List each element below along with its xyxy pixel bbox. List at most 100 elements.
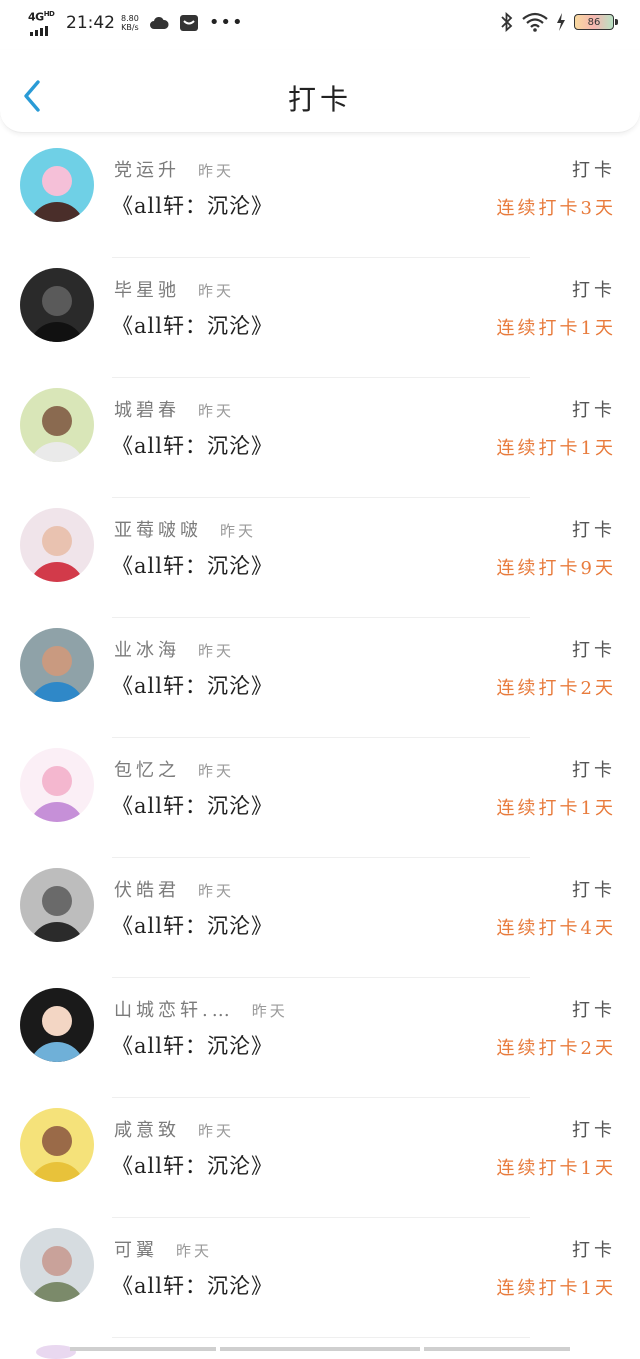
streak-text: 连续打卡1天 bbox=[496, 1278, 616, 1299]
user-name-line: 业冰海 昨天 bbox=[114, 636, 234, 662]
streak-text: 连续打卡2天 bbox=[496, 1038, 616, 1059]
streak-text: 连续打卡1天 bbox=[496, 438, 616, 459]
user-name[interactable]: 咸意致 bbox=[114, 1120, 180, 1141]
book-title[interactable]: 《all轩：沉沦》 bbox=[112, 1030, 273, 1060]
list-item[interactable]: 亚莓啵啵 昨天 《all轩：沉沦》 打卡 连续打卡9天 bbox=[0, 498, 640, 618]
divider bbox=[112, 1337, 530, 1338]
network-speed: 8.80 KB/s bbox=[121, 14, 139, 32]
book-title[interactable]: 《all轩：沉沦》 bbox=[112, 1270, 273, 1300]
user-name-line: 党运升 昨天 bbox=[114, 156, 234, 182]
bluetooth-icon bbox=[501, 12, 513, 32]
streak-text: 连续打卡1天 bbox=[496, 798, 616, 819]
user-name[interactable]: 伏皓君 bbox=[114, 880, 180, 901]
status-bar-right: 86 bbox=[500, 12, 618, 32]
status-bar: 4GHD 21:42 8.80 KB/s ••• 86 bbox=[0, 0, 640, 50]
user-name[interactable]: 城碧春 bbox=[114, 400, 180, 421]
avatar[interactable] bbox=[20, 1108, 94, 1182]
avatar[interactable] bbox=[20, 868, 94, 942]
checkin-list: 党运升 昨天 《all轩：沉沦》 打卡 连续打卡3天 毕星驰 昨天 《all轩：沉沦… bbox=[0, 138, 640, 1338]
list-item[interactable]: 可翼 昨天 《all轩：沉沦》 打卡 连续打卡1天 bbox=[0, 1218, 640, 1338]
list-item[interactable]: 山城恋轩.… 昨天 《all轩：沉沦》 打卡 连续打卡2天 bbox=[0, 978, 640, 1098]
checkin-time: 昨天 bbox=[198, 1122, 235, 1140]
checkin-label: 打卡 bbox=[572, 400, 616, 421]
streak-text: 连续打卡9天 bbox=[496, 558, 616, 579]
avatar[interactable] bbox=[20, 388, 94, 462]
battery-icon: 86 bbox=[574, 14, 618, 30]
list-item[interactable]: 城碧春 昨天 《all轩：沉沦》 打卡 连续打卡1天 bbox=[0, 378, 640, 498]
checkin-time: 昨天 bbox=[220, 522, 257, 540]
user-name[interactable]: 山城恋轩.… bbox=[114, 1000, 234, 1021]
user-name-line: 伏皓君 昨天 bbox=[114, 876, 234, 902]
book-title[interactable]: 《all轩：沉沦》 bbox=[112, 1150, 273, 1180]
streak-text: 连续打卡1天 bbox=[496, 318, 616, 339]
checkin-time: 昨天 bbox=[198, 282, 235, 300]
cloud-icon bbox=[149, 16, 169, 29]
next-row-peek bbox=[0, 1345, 640, 1359]
checkin-label: 打卡 bbox=[572, 640, 616, 661]
checkin-label: 打卡 bbox=[572, 160, 616, 181]
checkin-label: 打卡 bbox=[572, 760, 616, 781]
nav-header: 打卡 bbox=[0, 50, 640, 133]
user-name-line: 亚莓啵啵 昨天 bbox=[114, 516, 256, 542]
avatar[interactable] bbox=[20, 748, 94, 822]
streak-text: 连续打卡1天 bbox=[496, 1158, 616, 1179]
checkin-time: 昨天 bbox=[198, 402, 235, 420]
book-title[interactable]: 《all轩：沉沦》 bbox=[112, 430, 273, 460]
avatar[interactable] bbox=[20, 508, 94, 582]
checkin-time: 昨天 bbox=[198, 642, 235, 660]
user-name-line: 城碧春 昨天 bbox=[114, 396, 234, 422]
user-name-line: 包忆之 昨天 bbox=[114, 756, 234, 782]
user-name-line: 咸意致 昨天 bbox=[114, 1116, 234, 1142]
user-name-line: 可翼 昨天 bbox=[114, 1236, 212, 1262]
checkin-time: 昨天 bbox=[198, 882, 235, 900]
user-name-line: 毕星驰 昨天 bbox=[114, 276, 234, 302]
checkin-label: 打卡 bbox=[572, 1120, 616, 1141]
checkin-time: 昨天 bbox=[198, 762, 235, 780]
network-type: 4GHD bbox=[28, 10, 55, 24]
checkin-time: 昨天 bbox=[198, 162, 235, 180]
more-notifications-icon: ••• bbox=[208, 12, 244, 33]
user-name[interactable]: 可翼 bbox=[114, 1240, 158, 1261]
book-title[interactable]: 《all轩：沉沦》 bbox=[112, 190, 273, 220]
notification-box-icon bbox=[179, 15, 198, 31]
user-name-line: 山城恋轩.… 昨天 bbox=[114, 996, 288, 1022]
book-title[interactable]: 《all轩：沉沦》 bbox=[112, 670, 273, 700]
list-item[interactable]: 咸意致 昨天 《all轩：沉沦》 打卡 连续打卡1天 bbox=[0, 1098, 640, 1218]
checkin-label: 打卡 bbox=[572, 1000, 616, 1021]
list-item[interactable]: 业冰海 昨天 《all轩：沉沦》 打卡 连续打卡2天 bbox=[0, 618, 640, 738]
checkin-label: 打卡 bbox=[572, 520, 616, 541]
book-title[interactable]: 《all轩：沉沦》 bbox=[112, 310, 273, 340]
avatar[interactable] bbox=[20, 628, 94, 702]
user-name[interactable]: 包忆之 bbox=[114, 760, 180, 781]
checkin-label: 打卡 bbox=[572, 880, 616, 901]
list-item[interactable]: 毕星驰 昨天 《all轩：沉沦》 打卡 连续打卡1天 bbox=[0, 258, 640, 378]
streak-text: 连续打卡2天 bbox=[496, 678, 616, 699]
book-title[interactable]: 《all轩：沉沦》 bbox=[112, 550, 273, 580]
book-title[interactable]: 《all轩：沉沦》 bbox=[112, 790, 273, 820]
list-item[interactable]: 伏皓君 昨天 《all轩：沉沦》 打卡 连续打卡4天 bbox=[0, 858, 640, 978]
checkin-time: 昨天 bbox=[176, 1242, 213, 1260]
checkin-label: 打卡 bbox=[572, 1240, 616, 1261]
status-bar-left: 4GHD 21:42 8.80 KB/s ••• bbox=[28, 10, 244, 36]
avatar[interactable] bbox=[20, 1228, 94, 1302]
checkin-label: 打卡 bbox=[572, 280, 616, 301]
user-name[interactable]: 党运升 bbox=[114, 160, 180, 181]
list-item[interactable]: 包忆之 昨天 《all轩：沉沦》 打卡 连续打卡1天 bbox=[0, 738, 640, 858]
streak-text: 连续打卡3天 bbox=[496, 198, 616, 219]
cellular-signal-icon: 4GHD bbox=[28, 10, 56, 36]
user-name[interactable]: 亚莓啵啵 bbox=[114, 520, 202, 541]
avatar[interactable] bbox=[20, 988, 94, 1062]
avatar[interactable] bbox=[20, 268, 94, 342]
streak-text: 连续打卡4天 bbox=[496, 918, 616, 939]
checkin-time: 昨天 bbox=[251, 1002, 288, 1020]
user-name[interactable]: 毕星驰 bbox=[114, 280, 180, 301]
avatar[interactable] bbox=[20, 148, 94, 222]
clock: 21:42 bbox=[66, 13, 115, 33]
list-item[interactable]: 党运升 昨天 《all轩：沉沦》 打卡 连续打卡3天 bbox=[0, 138, 640, 258]
user-name[interactable]: 业冰海 bbox=[114, 640, 180, 661]
page-title: 打卡 bbox=[287, 83, 352, 116]
wifi-icon bbox=[522, 12, 548, 32]
charging-icon bbox=[557, 13, 565, 31]
book-title[interactable]: 《all轩：沉沦》 bbox=[112, 910, 273, 940]
battery-level: 86 bbox=[587, 16, 601, 28]
